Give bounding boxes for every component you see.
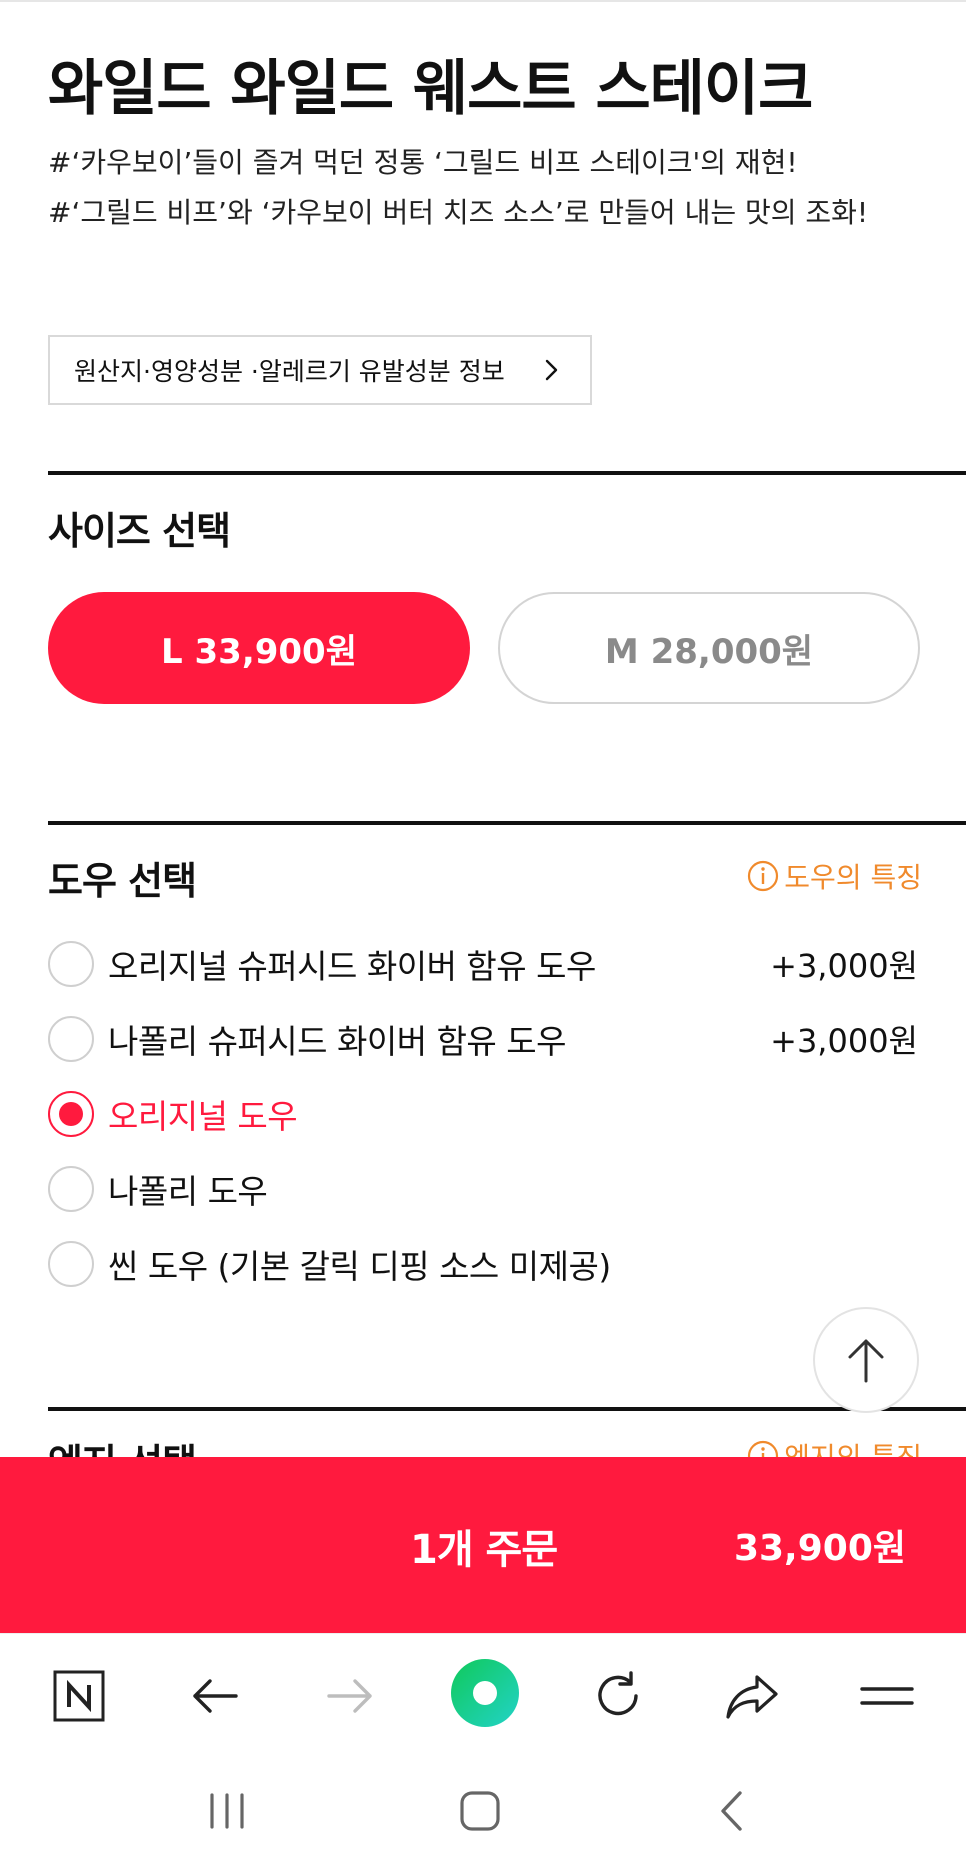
share-icon[interactable] xyxy=(720,1664,784,1728)
size-section-title: 사이즈 선택 xyxy=(48,509,231,553)
radio-dot xyxy=(59,1102,83,1126)
size-option-label: L 33,900원 xyxy=(161,631,357,672)
info-circle-icon xyxy=(748,860,779,892)
section-divider xyxy=(48,821,966,825)
dough-option-label: 나폴리 도우 xyxy=(108,1172,268,1211)
dough-section-title: 도우 선택 xyxy=(48,859,197,903)
size-option-m[interactable]: M 28,000원 xyxy=(498,592,920,704)
dough-option-price: +3,000원 xyxy=(770,947,918,985)
back-icon[interactable] xyxy=(701,1781,761,1841)
dough-option[interactable]: 씬 도우 (기본 갈릭 디핑 소스 미제공) xyxy=(48,1238,918,1290)
radio-button[interactable] xyxy=(48,1241,94,1287)
refresh-icon[interactable] xyxy=(586,1664,650,1728)
home-green-circle-icon[interactable] xyxy=(450,1658,520,1728)
back-arrow-icon[interactable] xyxy=(183,1664,247,1728)
menu-icon[interactable] xyxy=(855,1664,919,1728)
size-option-label: M 28,000원 xyxy=(604,631,814,672)
product-title: 와일드 와일드 웨스트 스테이크 xyxy=(48,54,813,124)
scroll-to-top-button[interactable] xyxy=(813,1307,919,1413)
section-divider xyxy=(48,1407,966,1411)
dough-feature-label: 도우의 특징 xyxy=(784,861,922,894)
nutrition-info-button[interactable]: 원산지·영양성분 ·알레르기 유발성분 정보 xyxy=(48,335,592,405)
radio-button[interactable] xyxy=(48,1166,94,1212)
dough-option[interactable]: 오리지널 슈퍼시드 화이버 함유 도우 +3,000원 xyxy=(48,938,918,990)
description-line: #‘그릴드 비프’와 ‘카우보이 버터 치즈 소스’로 만들어 내는 맛의 조화… xyxy=(48,196,869,229)
dough-option-price: +3,000원 xyxy=(770,1022,918,1060)
system-navigation-bar xyxy=(0,1757,966,1862)
dough-option-label: 씬 도우 (기본 갈릭 디핑 소스 미제공) xyxy=(108,1247,611,1286)
radio-button-selected[interactable] xyxy=(48,1091,94,1137)
order-button[interactable]: 1개 주문 33,900원 xyxy=(0,1457,966,1633)
order-label: 1개 주문 xyxy=(410,1527,558,1573)
home-icon[interactable] xyxy=(450,1781,510,1841)
dough-option-label: 오리지널 슈퍼시드 화이버 함유 도우 xyxy=(108,947,596,986)
dough-feature-link[interactable]: 도우의 특징 xyxy=(746,856,922,896)
dough-option[interactable]: 나폴리 슈퍼시드 화이버 함유 도우 +3,000원 xyxy=(48,1013,918,1065)
dough-option-label: 오리지널 도우 xyxy=(108,1097,298,1136)
arrow-up-icon xyxy=(848,1339,884,1383)
dough-option-label: 나폴리 슈퍼시드 화이버 함유 도우 xyxy=(108,1022,567,1061)
radio-button[interactable] xyxy=(48,941,94,987)
browser-toolbar xyxy=(0,1633,966,1758)
section-divider xyxy=(48,471,966,475)
chevron-right-icon xyxy=(545,359,558,381)
recent-apps-icon[interactable] xyxy=(197,1781,257,1841)
description-line: #‘카우보이’들이 즐겨 먹던 정통 ‘그릴드 비프 스테이크'의 재현! xyxy=(48,146,798,179)
dough-option[interactable]: 나폴리 도우 xyxy=(48,1163,918,1215)
order-total-price: 33,900원 xyxy=(733,1528,906,1569)
forward-arrow-icon[interactable] xyxy=(318,1664,382,1728)
radio-button[interactable] xyxy=(48,1016,94,1062)
dough-option-selected[interactable]: 오리지널 도우 xyxy=(48,1088,918,1140)
product-description: #‘카우보이’들이 즐겨 먹던 정통 ‘그릴드 비프 스테이크'의 재현! #‘… xyxy=(48,138,898,238)
page: 와일드 와일드 웨스트 스테이크 #‘카우보이’들이 즐겨 먹던 정통 ‘그릴드… xyxy=(0,0,966,1862)
naver-n-icon[interactable] xyxy=(47,1664,111,1728)
size-option-l[interactable]: L 33,900원 xyxy=(48,592,470,704)
nutrition-info-label: 원산지·영양성분 ·알레르기 유발성분 정보 xyxy=(74,357,505,386)
top-divider xyxy=(0,0,966,2)
